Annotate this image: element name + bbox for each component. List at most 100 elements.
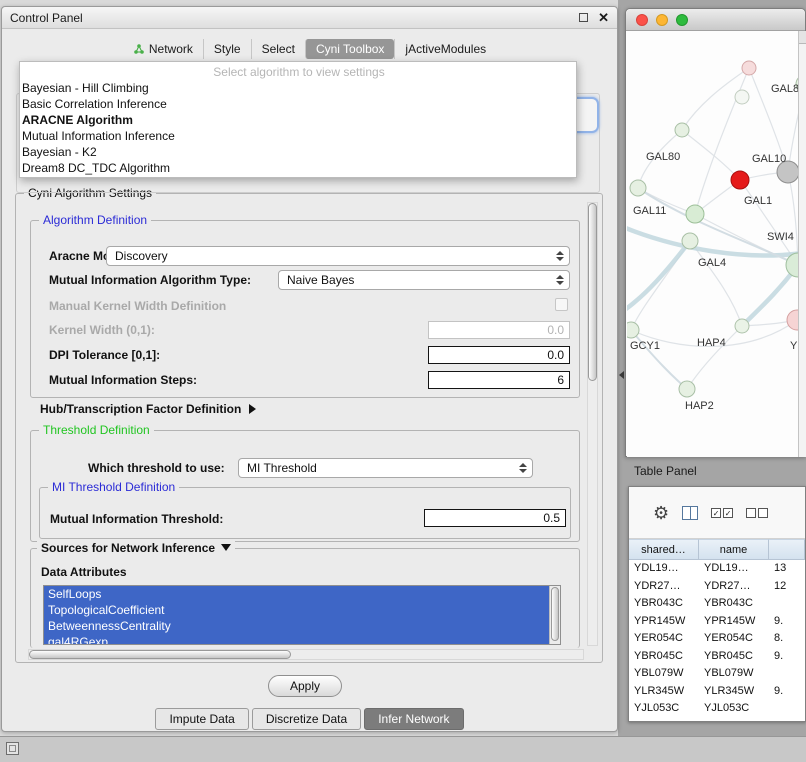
network-node[interactable]	[630, 180, 646, 196]
control-panel-window: Control Panel ✕ Network Style Select Cyn…	[1, 6, 618, 732]
group-title: MI Threshold Definition	[48, 480, 179, 494]
cell: YBR043C	[699, 595, 769, 613]
network-node[interactable]	[679, 381, 695, 397]
sources-toggle[interactable]: Sources for Network Inference	[37, 541, 235, 555]
which-threshold-label: Which threshold to use:	[88, 461, 225, 475]
control-panel-tabbar: Network Style Select Cyni Toolbox jActiv…	[2, 38, 617, 60]
network-node[interactable]	[682, 233, 698, 249]
column-chooser-icon[interactable]	[682, 506, 698, 520]
node-label: GAL80	[646, 151, 680, 163]
column-header[interactable]: name	[699, 539, 769, 560]
which-threshold-select[interactable]: MI Threshold	[238, 458, 533, 478]
scrollbar-thumb[interactable]	[551, 587, 559, 641]
table-row[interactable]: YER054CYER054C8.	[629, 630, 805, 648]
scrollbar-thumb[interactable]	[588, 203, 597, 381]
apply-button[interactable]: Apply	[268, 675, 342, 697]
checked-box-icon: ✓	[711, 508, 721, 518]
mi-algorithm-type-select[interactable]: Naive Bayes	[278, 270, 570, 290]
selected-value: Naive Bayes	[287, 273, 354, 287]
manual-kernel-width-label: Manual Kernel Width Definition	[49, 299, 226, 313]
tab-cyni-toolbox[interactable]: Cyni Toolbox	[305, 39, 394, 59]
dropdown-item[interactable]: Basic Correlation Inference	[20, 96, 576, 112]
minimize-traffic-light[interactable]	[656, 14, 668, 26]
status-bar-icon[interactable]	[6, 742, 19, 755]
settings-vertical-scrollbar[interactable]	[587, 202, 598, 646]
network-node[interactable]	[787, 310, 798, 330]
dropdown-item[interactable]: Bayesian - Hill Climbing	[20, 80, 576, 96]
scrollbar-thumb[interactable]	[29, 650, 291, 659]
network-node[interactable]	[675, 123, 689, 137]
tab-infer-network[interactable]: Infer Network	[364, 708, 463, 730]
tab-discretize-data[interactable]: Discretize Data	[252, 708, 361, 730]
aracne-mode-select[interactable]: Discovery	[106, 246, 570, 266]
node-label: SWI4	[767, 231, 794, 243]
network-node[interactable]	[735, 90, 749, 104]
panel-splitter-collapse-icon[interactable]	[619, 371, 624, 379]
algorithm-dropdown-popup: Select algorithm to view settings Bayesi…	[19, 61, 577, 178]
table-row[interactable]: YBR045CYBR045C9.	[629, 648, 805, 666]
tab-network[interactable]: Network	[123, 39, 203, 59]
tab-style[interactable]: Style	[203, 39, 251, 59]
network-view-window: GAL8 GAL80 GAL10 GAL11 GAL1 SWI4 GAL4 GC…	[625, 8, 806, 457]
network-canvas[interactable]: GAL8 GAL80 GAL10 GAL11 GAL1 SWI4 GAL4 GC…	[627, 31, 806, 457]
column-header[interactable]: shared…	[629, 539, 699, 560]
tab-label: Style	[214, 42, 241, 56]
column-header[interactable]	[769, 539, 805, 560]
dpi-tolerance-field[interactable]: 0.0	[428, 346, 570, 364]
table-row[interactable]: YBL079WYBL079W	[629, 665, 805, 683]
cell: 9.	[769, 683, 805, 701]
cell: YER054C	[699, 630, 769, 648]
cyni-bottom-tabs: Impute Data Discretize Data Infer Networ…	[2, 708, 617, 730]
select-all-icon[interactable]: ✓✓	[711, 508, 733, 518]
network-node[interactable]	[627, 322, 639, 338]
list-item[interactable]: gal4RGexp	[44, 634, 549, 645]
close-icon[interactable]: ✕	[598, 12, 609, 24]
list-vertical-scrollbar[interactable]	[549, 586, 560, 644]
table-row[interactable]: YLR345WYLR345W9.	[629, 683, 805, 701]
hub-definition-label: Hub/Transcription Factor Definition	[40, 402, 241, 416]
tab-impute-data[interactable]: Impute Data	[155, 708, 248, 730]
dropdown-item-selected[interactable]: ARACNE Algorithm	[20, 112, 576, 128]
network-vertical-scrollbar[interactable]	[798, 31, 806, 457]
network-node[interactable]	[742, 61, 756, 75]
cell: YJL053C	[629, 700, 699, 718]
cell: 13	[769, 560, 805, 578]
cell: 9.	[769, 613, 805, 631]
table-panel-window: ⚙ ✓✓ shared… name YDL19…YDL19…13 YDR27…Y…	[628, 486, 806, 722]
cell: YPR145W	[629, 613, 699, 631]
table-panel-title: Table Panel	[634, 464, 697, 478]
group-title: Algorithm Definition	[39, 213, 151, 227]
tab-jactivemodules[interactable]: jActiveModules	[394, 39, 496, 59]
cell: 12	[769, 578, 805, 596]
table-row[interactable]: YJL053CYJL053C	[629, 700, 805, 718]
cell	[769, 595, 805, 613]
table-row[interactable]: YDR27…YDR27…12	[629, 578, 805, 596]
table-row[interactable]: YPR145WYPR145W9.	[629, 613, 805, 631]
dropdown-item[interactable]: Bayesian - K2	[20, 144, 576, 160]
table-toolbar: ⚙ ✓✓	[629, 487, 805, 539]
kernel-width-field[interactable]: 0.0	[428, 321, 570, 339]
mi-steps-field[interactable]: 6	[428, 371, 570, 389]
gear-icon[interactable]: ⚙	[653, 504, 669, 522]
settings-horizontal-scrollbar[interactable]	[28, 649, 584, 660]
mi-threshold-field[interactable]: 0.5	[424, 509, 566, 527]
float-window-icon[interactable]	[579, 13, 588, 22]
hub-definition-toggle[interactable]: Hub/Transcription Factor Definition	[40, 402, 256, 416]
table-row[interactable]: YDL19…YDL19…13	[629, 560, 805, 578]
network-node[interactable]	[686, 205, 704, 223]
network-node-red[interactable]	[731, 171, 749, 189]
list-item[interactable]: TopologicalCoefficient	[44, 602, 549, 618]
network-node[interactable]	[735, 319, 749, 333]
list-item[interactable]: BetweennessCentrality	[44, 618, 549, 634]
zoom-traffic-light[interactable]	[676, 14, 688, 26]
deselect-all-icon[interactable]	[746, 508, 768, 518]
dropdown-item[interactable]: Dream8 DC_TDC Algorithm	[20, 160, 576, 176]
close-traffic-light[interactable]	[636, 14, 648, 26]
table-row[interactable]: YBR043CYBR043C	[629, 595, 805, 613]
manual-kernel-width-checkbox[interactable]	[555, 298, 568, 311]
dropdown-item[interactable]: Mutual Information Inference	[20, 128, 576, 144]
tab-select[interactable]: Select	[251, 39, 305, 59]
list-item[interactable]: SelfLoops	[44, 586, 549, 602]
sources-title: Sources for Network Inference	[41, 541, 215, 555]
scrollbar-button[interactable]	[799, 31, 806, 44]
